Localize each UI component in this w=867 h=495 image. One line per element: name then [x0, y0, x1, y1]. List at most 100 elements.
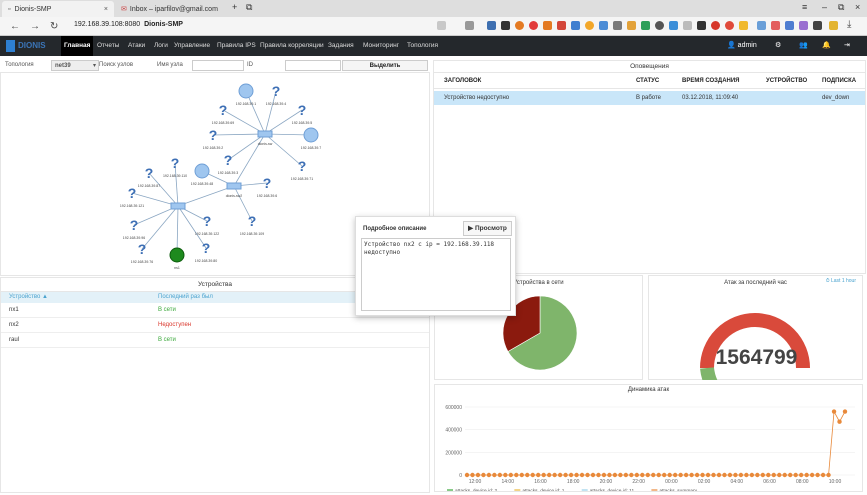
nav-tasks[interactable]: Задания	[325, 36, 357, 56]
extension-icon[interactable]	[627, 21, 636, 30]
extension-icon[interactable]	[829, 21, 838, 30]
extension-icon[interactable]	[571, 21, 580, 30]
extension-icon[interactable]	[585, 21, 594, 30]
nav-monitoring[interactable]: Мониторинг	[360, 36, 402, 56]
attacks-hour-card: Атак за последний час ⏱ Last 1 hour 1564…	[648, 275, 863, 380]
table-row[interactable]: nx2 Недоступен	[1, 318, 429, 333]
col-device[interactable]: УСТРОЙСТВО	[766, 73, 822, 88]
data-point	[481, 472, 486, 478]
device-status: Недоступен	[158, 322, 192, 328]
user-menu[interactable]: 👤 admin	[727, 36, 757, 56]
close-icon[interactable]: ×	[104, 6, 108, 13]
forward-icon[interactable]: →	[30, 21, 40, 32]
unknown-node-icon: ?	[202, 240, 211, 256]
logout-icon[interactable]: ⇥	[844, 36, 850, 56]
notifications-icon[interactable]: 🔔	[822, 36, 831, 56]
extension-icon[interactable]	[799, 21, 808, 30]
settings-icon[interactable]: ⚙	[775, 36, 781, 56]
nav-reports[interactable]: Отчеты	[94, 36, 122, 56]
extension-icon[interactable]	[487, 21, 496, 30]
node-name-input[interactable]	[192, 60, 244, 71]
restore-icon[interactable]: ⧉	[838, 2, 844, 13]
col-subscription[interactable]: ПОДПИСКА	[822, 73, 865, 88]
extension-icon[interactable]	[669, 21, 678, 30]
extension-icon[interactable]	[501, 21, 510, 30]
view-button[interactable]: ▶ Просмотр	[463, 221, 512, 236]
unknown-node-icon: ?	[219, 102, 228, 118]
data-point	[475, 472, 481, 478]
data-point	[585, 472, 590, 478]
nav-management[interactable]: Управление	[171, 36, 213, 56]
switch-icon	[170, 202, 186, 210]
extension-icon[interactable]	[641, 21, 650, 30]
nav-ips-rules[interactable]: Правила IPS	[214, 36, 259, 56]
unknown-node-icon: ?	[263, 175, 272, 191]
data-point	[596, 472, 601, 478]
reload-icon[interactable]: ↻	[50, 21, 58, 32]
extension-icon[interactable]	[697, 21, 706, 30]
nav-home[interactable]: Главная	[61, 36, 94, 56]
col-status[interactable]: СТАТУС	[636, 73, 682, 88]
table-row[interactable]: Устройство недоступно В работе 03.12.201…	[434, 91, 865, 105]
tab-list-icon[interactable]: ⧉	[246, 2, 252, 13]
highlight-button[interactable]: Выделить	[342, 60, 428, 71]
alert-subscription: dev_down	[822, 95, 850, 101]
browser-tab-dionis[interactable]: ▫ Dionis-SMP ×	[2, 1, 114, 17]
extension-icon[interactable]	[599, 21, 608, 30]
users-icon[interactable]: 👥	[799, 36, 808, 56]
back-icon[interactable]: ←	[10, 21, 20, 32]
legend-entry: attacks, device id: 2	[455, 488, 497, 491]
extension-icon[interactable]	[613, 21, 622, 30]
browser-tab-inbox[interactable]: ✉ Inbox – iparfilov@gmail.com	[115, 1, 225, 17]
extension-icon[interactable]	[711, 21, 720, 30]
node-circle-icon	[303, 127, 319, 143]
nav-correlation-rules[interactable]: Правила корреляции	[257, 36, 327, 56]
minimize-icon[interactable]: –	[822, 2, 827, 12]
col-device[interactable]: Устройство ▲	[1, 292, 158, 303]
extension-icon[interactable]	[655, 21, 664, 30]
node-label: 192.168.39.109	[240, 232, 264, 236]
last-hour-link[interactable]: ⏱ Last 1 hour	[826, 278, 856, 284]
extension-icon[interactable]	[515, 21, 524, 30]
table-row[interactable]: raul В сети	[1, 333, 429, 348]
popup-description[interactable]: Устройство nx2 с ip = 192.168.39.118 нед…	[361, 238, 511, 311]
network-select[interactable]: net39 ▾	[51, 60, 99, 71]
nav-topology[interactable]: Топология	[404, 36, 441, 56]
url-field[interactable]: 192.168.39.108:8080 Dionis-SMP	[74, 21, 183, 28]
extension-icon[interactable]	[465, 21, 474, 30]
download-icon[interactable]: ⤓	[847, 19, 851, 30]
menu-icon[interactable]: ≡	[802, 2, 807, 12]
col-title[interactable]: ЗАГОЛОВОК	[434, 73, 636, 88]
unknown-node-icon: ?	[128, 185, 137, 201]
extension-icon[interactable]	[725, 21, 734, 30]
data-point	[623, 472, 629, 478]
data-point	[842, 409, 848, 414]
alert-created: 03.12.2018, 11:09:40	[682, 95, 739, 101]
topology-toolbar: Топология net39 ▾ Поиск узлов Имя узла ID…	[0, 60, 430, 71]
nav-logs[interactable]: Логи	[151, 36, 171, 56]
play-icon: ▶	[468, 225, 474, 232]
col-created[interactable]: ВРЕМЯ СОЗДАНИЯ	[682, 73, 766, 88]
nav-attacks[interactable]: Атаки	[125, 36, 148, 56]
data-point	[672, 472, 678, 478]
app-logo[interactable]: DIONIS	[6, 39, 56, 52]
extension-icon[interactable]	[529, 21, 538, 30]
extension-icon[interactable]	[757, 21, 766, 30]
extension-icon[interactable]	[813, 21, 822, 30]
attack-dynamics-card: Динамика атак 600000 400000 200000 0 12:00 14…	[434, 384, 863, 494]
extension-icon[interactable]	[739, 21, 748, 30]
extension-icon[interactable]	[557, 21, 566, 30]
extension-icon[interactable]	[785, 21, 794, 30]
extension-icon[interactable]	[543, 21, 552, 30]
node-label: 192.168.39.2	[203, 146, 223, 150]
extension-icon[interactable]	[683, 21, 692, 30]
node-circle-icon	[238, 83, 254, 99]
extension-icon[interactable]	[771, 21, 780, 30]
bookmark-icon[interactable]	[437, 21, 446, 30]
data-point	[738, 472, 744, 478]
id-input[interactable]	[285, 60, 341, 71]
node-label: 192.168.39.76	[131, 260, 153, 264]
data-point	[683, 472, 689, 478]
new-tab-icon[interactable]: +	[232, 2, 237, 12]
close-window-icon[interactable]: ×	[855, 2, 860, 12]
